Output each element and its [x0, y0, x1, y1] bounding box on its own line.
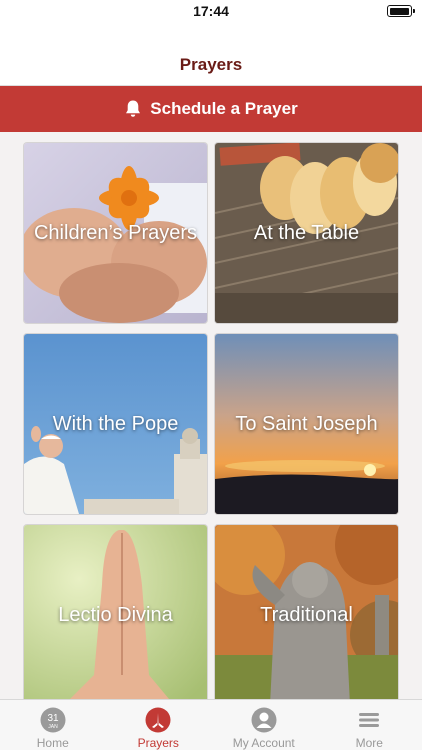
- tile-label: At the Table: [253, 222, 360, 244]
- tile-label: To Saint Joseph: [235, 413, 378, 435]
- tile-lectio-divina[interactable]: Lectio Divina: [24, 525, 207, 705]
- tile-label: Lectio Divina: [58, 604, 173, 626]
- page-title: Prayers: [179, 55, 243, 74]
- praying-hands-icon: [145, 707, 171, 733]
- tab-bar: 31 JAN Home Prayers My Account More: [0, 699, 422, 750]
- tab-more[interactable]: More: [317, 700, 422, 750]
- tile-label: Traditional: [260, 604, 353, 626]
- schedule-prayer-label: Schedule a Prayer: [150, 99, 298, 118]
- tab-label: More: [355, 736, 383, 750]
- tile-to-saint-joseph[interactable]: To Saint Joseph: [215, 334, 398, 514]
- tab-label: My Account: [232, 736, 295, 750]
- battery-icon: [387, 5, 415, 17]
- bell-icon: [126, 100, 141, 117]
- tab-home[interactable]: 31 JAN Home: [0, 700, 106, 750]
- tile-at-the-table[interactable]: At the Table: [215, 143, 398, 323]
- tile-childrens-prayers[interactable]: Children’s Prayers: [24, 143, 207, 323]
- tile-label: Children’s Prayers: [33, 222, 198, 244]
- status-bar: 17:44: [0, 0, 422, 22]
- user-icon: [251, 707, 277, 733]
- calendar-month: JAN: [48, 724, 58, 730]
- calendar-day: 31: [47, 713, 59, 724]
- calendar-icon: 31 JAN: [40, 707, 66, 733]
- tab-prayers[interactable]: Prayers: [106, 700, 212, 750]
- tile-traditional[interactable]: Traditional: [215, 525, 398, 705]
- schedule-prayer-button[interactable]: Schedule a Prayer: [0, 86, 422, 132]
- tab-label: Prayers: [137, 736, 179, 750]
- tile-with-the-pope[interactable]: With the Pope: [24, 334, 207, 514]
- tab-my-account[interactable]: My Account: [211, 700, 317, 750]
- menu-icon: [359, 713, 380, 727]
- tile-label: With the Pope: [52, 413, 179, 435]
- tab-label: Home: [36, 736, 69, 750]
- navigation-bar: Prayers: [0, 22, 422, 86]
- status-time: 17:44: [193, 3, 229, 19]
